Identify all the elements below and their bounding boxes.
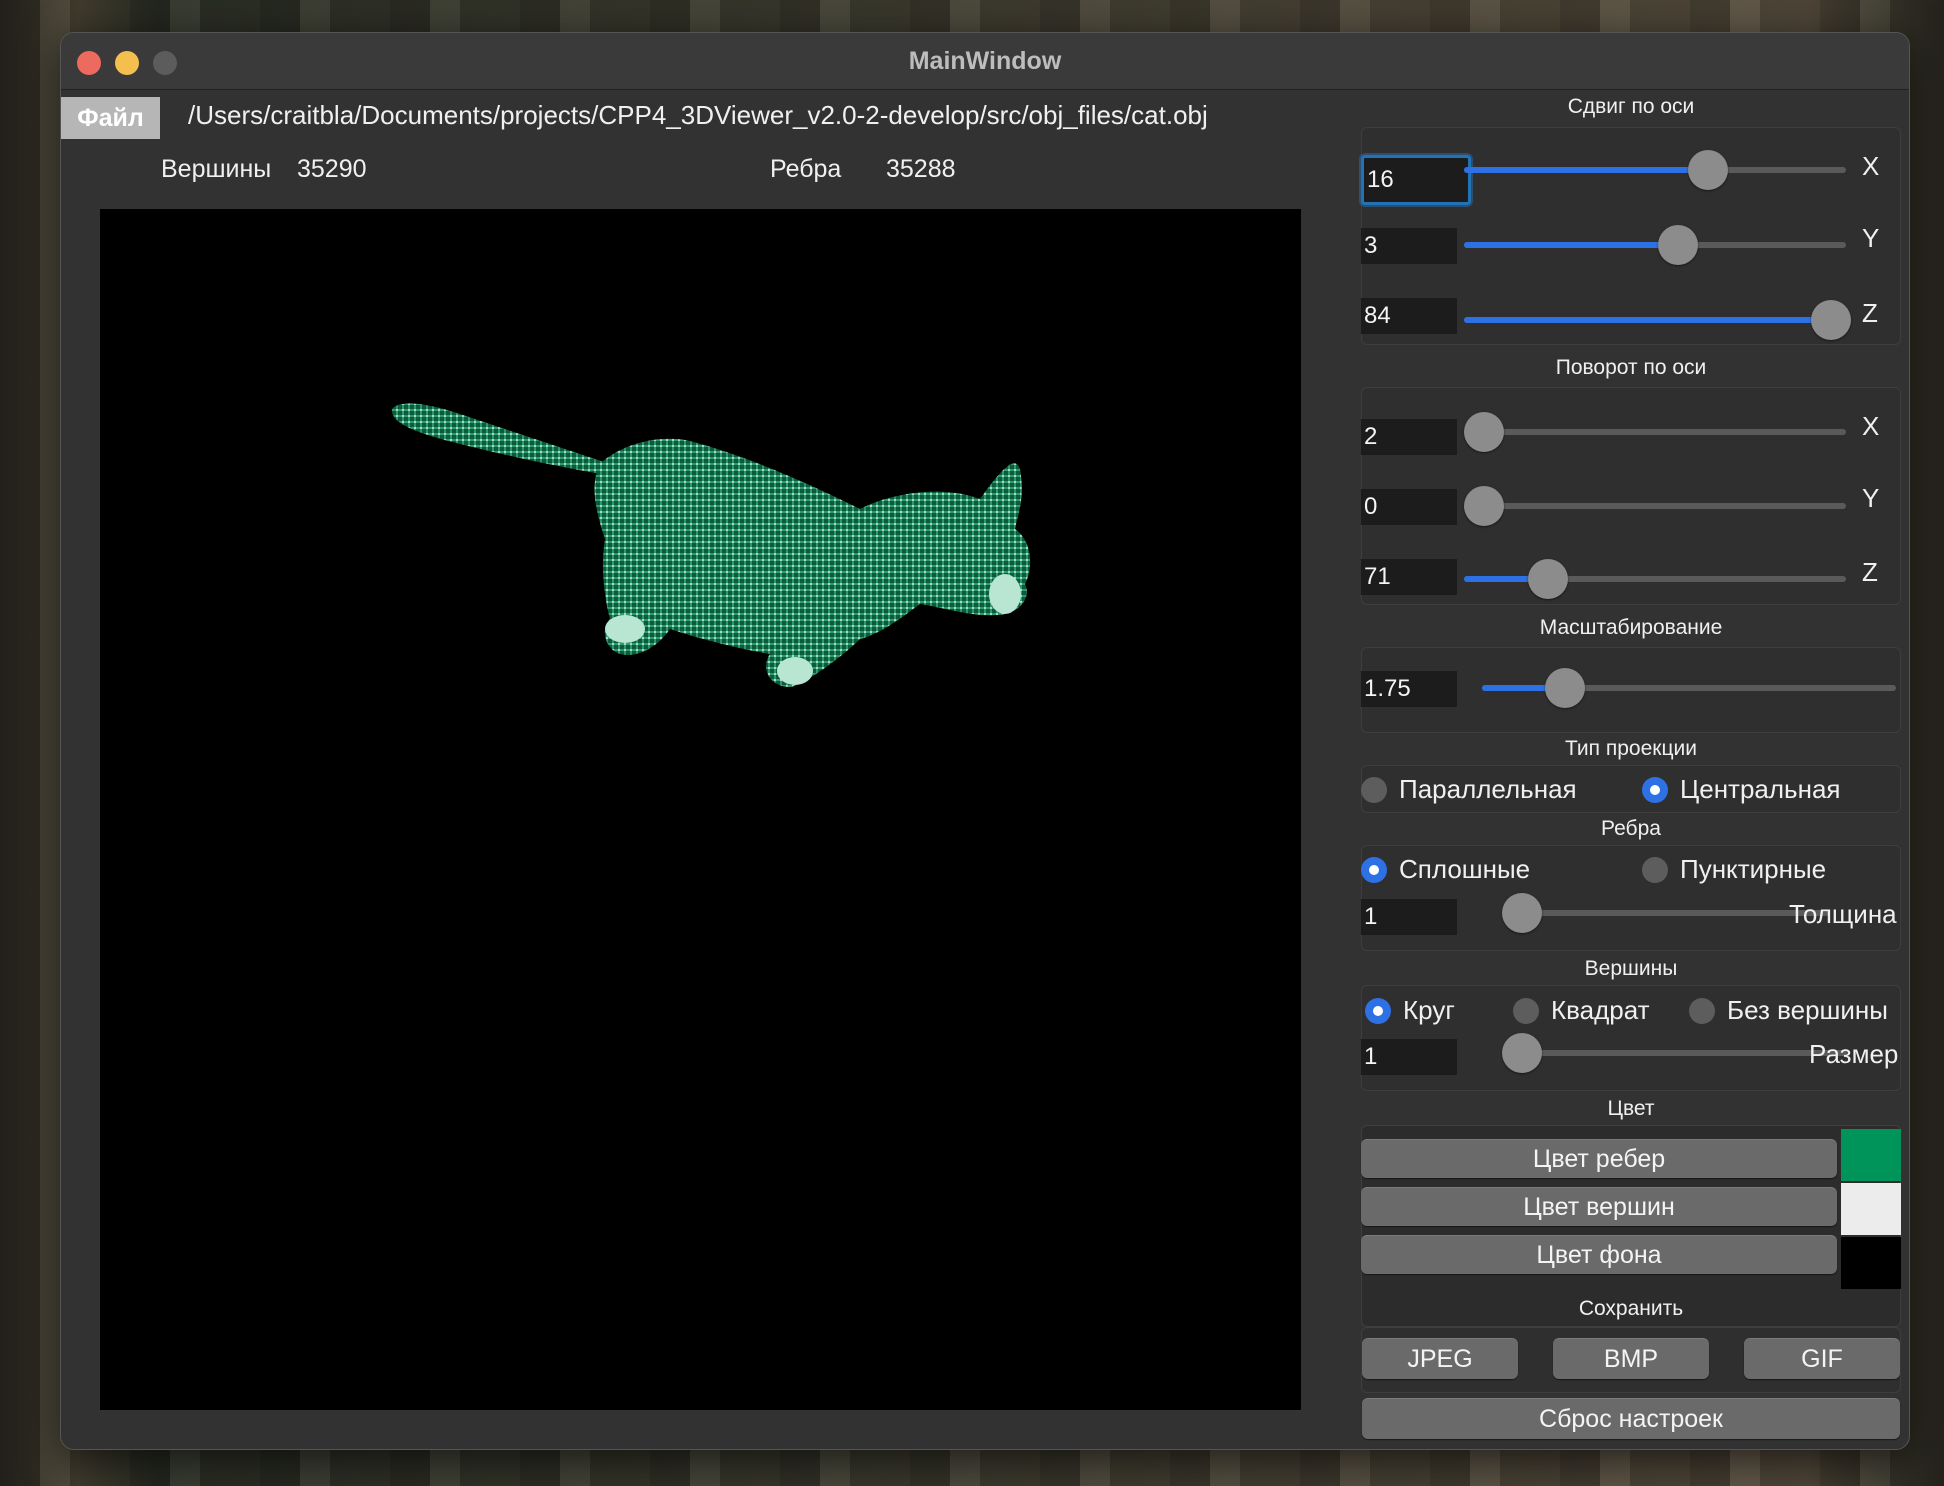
vertices-count-value: 35290	[297, 155, 367, 183]
edges-solid-option[interactable]: Сплошные	[1361, 854, 1530, 885]
rotate-z-slider-thumb[interactable]	[1528, 559, 1569, 599]
projection-central-radio[interactable]	[1642, 776, 1668, 803]
translate-y-slider-fill	[1464, 242, 1678, 248]
vertices-square-label: Квадрат	[1551, 995, 1650, 1025]
vertex-size-slider[interactable]	[1502, 1033, 1847, 1073]
vertices-square-option[interactable]: Квадрат	[1513, 995, 1650, 1026]
background-color-button[interactable]: Цвет фона	[1361, 1235, 1837, 1274]
projection-central-option[interactable]: Центральная	[1642, 774, 1841, 805]
translate-z-input[interactable]: 84	[1361, 298, 1457, 334]
cat-wireframe-model	[391, 403, 1031, 687]
rotate-z-label: Z	[1862, 557, 1878, 587]
save-bmp-button[interactable]: BMP	[1553, 1338, 1709, 1379]
translate-x-slider[interactable]	[1464, 150, 1846, 190]
translate-section-title: Сдвиг по оси	[1567, 95, 1695, 118]
rotate-z-slider[interactable]	[1464, 559, 1846, 599]
translate-y-slider-thumb[interactable]	[1657, 225, 1698, 265]
cat-body	[594, 438, 1031, 687]
vertices-circle-option[interactable]: Круг	[1365, 995, 1455, 1026]
edges-section-title: Ребра	[1601, 817, 1661, 840]
rotate-x-input[interactable]: 2	[1361, 419, 1457, 455]
colors-section-title: Цвет	[1607, 1097, 1655, 1120]
vertex-size-label: Размер	[1809, 1039, 1899, 1069]
edges-dashed-radio[interactable]	[1642, 856, 1668, 883]
file-menu-button[interactable]: Файл	[61, 97, 160, 139]
projection-section-title: Тип проекции	[1565, 737, 1697, 760]
scale-input[interactable]: 1.75	[1361, 671, 1457, 707]
translate-z-slider[interactable]	[1464, 300, 1851, 340]
edge-color-button[interactable]: Цвет ребер	[1361, 1139, 1837, 1178]
edges-solid-label: Сплошные	[1399, 854, 1531, 884]
translate-z-slider-thumb[interactable]	[1810, 300, 1851, 340]
vertices-square-radio[interactable]	[1513, 997, 1539, 1024]
edges-count-label: Ребра	[770, 155, 842, 183]
vertex-size-input[interactable]: 1	[1361, 1039, 1457, 1075]
rotate-y-slider-thumb[interactable]	[1464, 486, 1504, 526]
scale-section-title: Масштабирование	[1539, 616, 1723, 639]
translate-y-input[interactable]: 3	[1361, 228, 1457, 264]
translate-z-slider-fill	[1464, 317, 1831, 323]
vertices-section-title: Вершины	[1584, 957, 1678, 980]
rotate-y-label: Y	[1862, 483, 1880, 513]
edge-thickness-label: Толщина	[1789, 899, 1897, 929]
translate-x-input[interactable]: 16	[1361, 155, 1471, 205]
scale-slider[interactable]	[1482, 668, 1896, 708]
translate-x-slider-fill	[1464, 167, 1709, 173]
rotate-x-slider-thumb[interactable]	[1464, 412, 1504, 452]
window-title: MainWindow	[908, 47, 1062, 75]
edge-color-swatch[interactable]	[1841, 1129, 1901, 1181]
background-color-swatch[interactable]	[1841, 1237, 1901, 1289]
edge-thickness-input[interactable]: 1	[1361, 899, 1457, 935]
vertices-count-label: Вершины	[161, 155, 272, 183]
rotate-y-slider[interactable]	[1464, 486, 1846, 526]
save-jpeg-button[interactable]: JPEG	[1362, 1338, 1518, 1379]
projection-parallel-radio[interactable]	[1361, 776, 1387, 803]
title-bar: MainWindow	[61, 33, 1909, 90]
edges-count-value: 35288	[886, 155, 956, 183]
rotate-z-input[interactable]: 71	[1361, 559, 1457, 595]
scale-slider-thumb[interactable]	[1544, 668, 1585, 708]
edges-dashed-option[interactable]: Пунктирные	[1642, 854, 1826, 885]
vertex-color-button[interactable]: Цвет вершин	[1361, 1187, 1837, 1226]
edge-thickness-slider[interactable]	[1502, 893, 1829, 933]
main-window: MainWindow Файл /Users/craitbla/Document…	[60, 32, 1910, 1450]
translate-x-label: X	[1862, 151, 1880, 181]
rotate-x-label: X	[1862, 411, 1880, 441]
rotate-x-slider[interactable]	[1464, 412, 1846, 452]
vertices-none-radio[interactable]	[1689, 997, 1715, 1024]
projection-parallel-label: Параллельная	[1399, 774, 1577, 804]
file-path-label: /Users/craitbla/Documents/projects/CPP4_…	[188, 100, 1208, 130]
reset-settings-button[interactable]: Сброс настроек	[1362, 1398, 1900, 1439]
rotate-section-title: Поворот по оси	[1555, 356, 1707, 379]
translate-y-label: Y	[1862, 223, 1880, 253]
projection-central-label: Центральная	[1680, 774, 1841, 804]
edge-thickness-slider-thumb[interactable]	[1502, 893, 1542, 933]
rotate-y-input[interactable]: 0	[1361, 489, 1457, 525]
vertices-none-option[interactable]: Без вершины	[1689, 995, 1888, 1026]
edges-solid-radio[interactable]	[1361, 856, 1387, 883]
3d-viewport[interactable]	[100, 209, 1301, 1410]
cat-tail	[391, 403, 620, 477]
translate-z-label: Z	[1862, 298, 1878, 328]
vertices-circle-label: Круг	[1403, 995, 1455, 1025]
projection-parallel-option[interactable]: Параллельная	[1361, 774, 1577, 805]
edges-dashed-label: Пунктирные	[1680, 854, 1827, 884]
vertex-size-slider-thumb[interactable]	[1502, 1033, 1542, 1073]
translate-y-slider[interactable]	[1464, 225, 1846, 265]
vertices-circle-radio[interactable]	[1365, 997, 1391, 1024]
save-gif-button[interactable]: GIF	[1744, 1338, 1900, 1379]
vertex-color-swatch[interactable]	[1841, 1183, 1901, 1235]
save-section-title: Сохранить	[1578, 1297, 1684, 1320]
vertices-none-label: Без вершины	[1727, 995, 1888, 1025]
